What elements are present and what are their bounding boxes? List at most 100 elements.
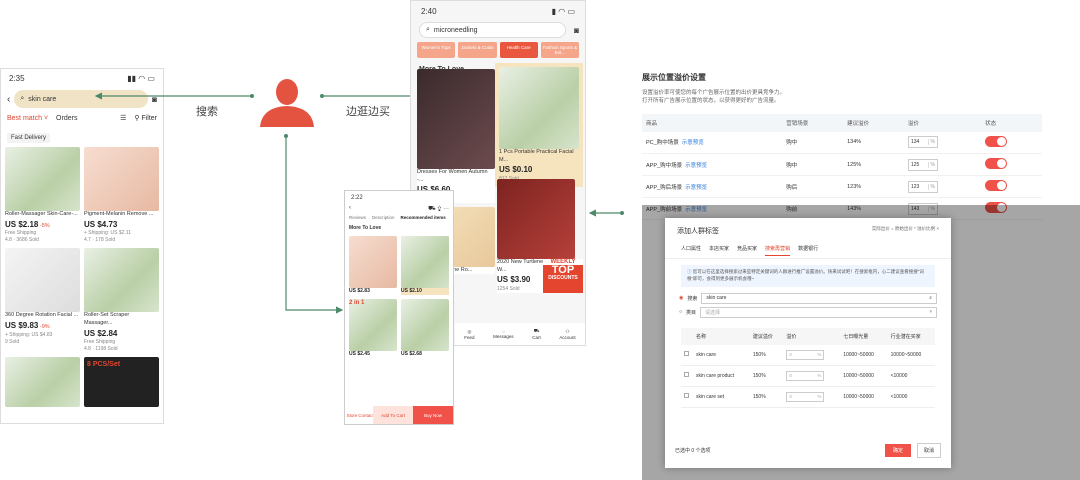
preview-link[interactable]: 示意预览 (685, 185, 707, 191)
suggested: 125% (843, 153, 904, 176)
add-audience-modal: 添加人群标签 实际出价 = 原始出价 * 溢价比例 × 人口属性 本店买家 竞品… (665, 218, 951, 468)
table-row: APP_购中场景 示意预览 购中 125% 125% (642, 153, 1042, 176)
product-image: 2 in 1 (349, 299, 397, 351)
preview-link[interactable]: 示意预览 (685, 163, 707, 169)
keyword-search-input[interactable]: skin care ⌕ (701, 292, 937, 304)
pct-suffix: % (817, 373, 822, 378)
modal-title: 添加人群标签 (677, 228, 719, 235)
tab-recommended[interactable]: Recommended items (401, 215, 446, 220)
tab-search-remarketing[interactable]: 搜索再营销 (765, 242, 791, 256)
status-toggle[interactable] (985, 180, 1008, 191)
pct-suffix: % (927, 161, 935, 168)
placement-name: APP_购中场景 (646, 162, 683, 169)
store-label: Store (346, 412, 358, 418)
product-image (499, 67, 579, 149)
col-header: 溢价 (783, 327, 841, 345)
product-card-highlighted[interactable]: US $2.10 (401, 236, 449, 295)
category-tab[interactable]: Fashion Sports & Ent... (540, 42, 579, 58)
category-tab[interactable]: Health Care (499, 42, 538, 58)
contact-button[interactable]: Contact (358, 406, 374, 424)
product-card[interactable]: US $2.68 (401, 299, 449, 358)
scene: 购后 (782, 175, 844, 198)
status-toggle[interactable] (985, 135, 1008, 147)
tab-data-bank[interactable]: 数据银行 (798, 242, 818, 256)
nav-messages[interactable]: ◌ Messages (493, 329, 514, 339)
row-checkbox[interactable] (684, 393, 689, 398)
selected-count: 已选中 0 个选项 (675, 448, 711, 454)
scene: 购中 (782, 131, 844, 154)
category-tab[interactable]: Women's Tops (417, 42, 456, 58)
premium-input[interactable]: 0% (786, 391, 825, 402)
tab-demographics[interactable]: 人口属性 (681, 242, 701, 256)
tab-competitor-buyers[interactable]: 竞品买家 (737, 242, 757, 256)
cart-icon[interactable]: ⛟ ⇪ ⋯ (428, 205, 449, 213)
potential-buyers: <10000 (887, 365, 935, 387)
search-icon: ⌕ (426, 26, 430, 33)
premium-value: 123 (911, 183, 920, 190)
bundle-badge: 2 in 1 (349, 300, 365, 306)
pct-suffix: % (927, 183, 935, 190)
product-card[interactable]: Dresses For Women Autumn -... US $6.60 3… (417, 69, 495, 203)
col-header: 名称 (693, 327, 750, 345)
product-price: US $2.83 (349, 288, 370, 294)
nav-label: Cart (532, 335, 541, 340)
formula-hint: 实际出价 = 原始出价 * 溢价比例 (871, 226, 936, 231)
nav-cart[interactable]: ⛟ Cart (532, 328, 541, 340)
chevron-down-icon: ▾ (929, 309, 932, 315)
cancel-button[interactable]: 取消 (916, 443, 941, 458)
premium-input[interactable]: 123% (908, 180, 938, 193)
back-icon[interactable]: ‹ (349, 205, 351, 213)
product-image (401, 299, 449, 351)
label-browse-buy: 边逛边买 (346, 106, 390, 118)
col-header: 营销场景 (782, 113, 844, 132)
premium-input[interactable]: 0% (786, 349, 825, 360)
time: 2:40 (421, 7, 437, 16)
row-checkbox[interactable] (684, 351, 689, 356)
placement-name: PC_购中场景 (646, 140, 679, 147)
nav-feed[interactable]: ◎ Feed (464, 329, 474, 340)
keyword-table: 名称 建议溢价 溢价 七日曝光量 行业潜在买家 skin care 150% 0% 1… (681, 327, 935, 408)
product-card[interactable]: US $2.83 (349, 236, 397, 295)
weekly-top-discounts-banner[interactable]: WEEKLY TOP DISCOUNTS (543, 259, 583, 293)
product-title: 1 Pcs Portable Practical Facial M... (499, 149, 574, 163)
banner-discounts: DISCOUNTS (548, 275, 578, 281)
signal-icon: ▮ ◠ ▭ (551, 7, 575, 16)
tab-store-buyers[interactable]: 本店买家 (709, 242, 729, 256)
tab-reviews[interactable]: Reviews (349, 215, 366, 220)
search-input[interactable]: ⌕ microneedling (419, 22, 567, 38)
col-header: 溢价 (904, 113, 982, 132)
preview-link[interactable]: 示意预览 (682, 140, 704, 146)
search-value: microneedling (433, 26, 478, 34)
product-card-highlighted[interactable]: 1 Pcs Portable Practical Facial M... US … (499, 67, 579, 183)
premium-value: 125 (911, 161, 920, 168)
suggested: 134% (843, 131, 904, 154)
radio-search[interactable]: ◉ (679, 295, 683, 301)
select-placeholder: 请选择 (705, 309, 721, 316)
close-icon[interactable]: × (936, 226, 939, 231)
buy-now-button[interactable]: Buy Now (413, 406, 453, 424)
premium-input[interactable]: 125% (908, 158, 938, 171)
info-banner: ⓘ 您可以在这里选择搜索过来些特定关键词的人群进行推广设置溢价。快来试试吧！在搜… (681, 265, 935, 287)
store-button[interactable]: Store (345, 406, 359, 424)
camera-icon[interactable]: ◙ (574, 26, 579, 35)
radio-category[interactable]: ○ (679, 309, 682, 315)
add-to-cart-button[interactable]: Add To Cart (373, 406, 413, 424)
keyword-name: skin care product (693, 365, 750, 387)
premium-input[interactable]: 134% (908, 136, 938, 149)
nav-account[interactable]: ⚇ Account (559, 329, 575, 340)
status-toggle[interactable] (985, 158, 1008, 169)
confirm-button[interactable]: 确定 (884, 444, 911, 457)
product-image (401, 236, 449, 288)
panel-title: 展示位置溢价设置 (642, 73, 706, 82)
row-checkbox[interactable] (684, 372, 689, 377)
potential-buyers: 10000~50000 (887, 344, 935, 366)
premium-input[interactable]: 0% (786, 370, 825, 381)
product-card[interactable]: 2 in 1 US $2.45 (349, 299, 397, 358)
product-image (497, 179, 575, 259)
category-select[interactable]: 请选择 ▾ (700, 306, 937, 318)
pct-suffix: % (817, 394, 822, 399)
suggested: 123% (843, 175, 904, 198)
tab-description[interactable]: Description (372, 215, 395, 220)
category-tab[interactable]: Jackets & Coats (458, 42, 497, 58)
radio-category-label: 类目 (686, 309, 697, 316)
